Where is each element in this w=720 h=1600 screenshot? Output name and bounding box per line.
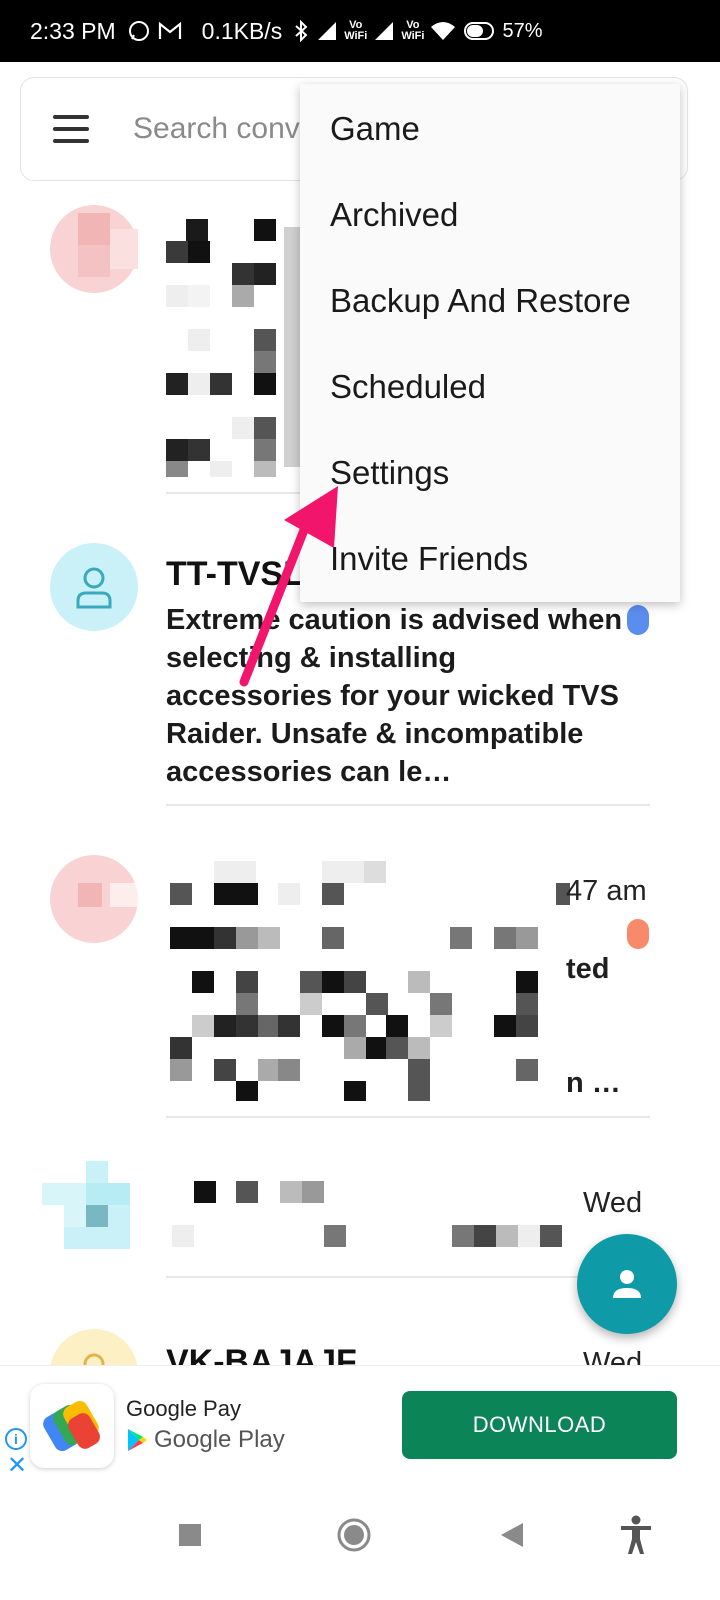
whatsapp-icon (128, 20, 150, 42)
bluetooth-icon (294, 20, 308, 42)
gmail-icon (158, 21, 182, 41)
avatar (42, 1161, 130, 1249)
navigation-bar (0, 1485, 720, 1600)
person-icon (83, 1353, 105, 1365)
google-pay-logo-icon[interactable] (30, 1384, 114, 1468)
conversation-item[interactable]: 47 am ted n … (0, 815, 720, 1118)
person-icon (613, 1270, 641, 1298)
divider (166, 1116, 650, 1118)
accessibility-icon (621, 1515, 651, 1554)
vowifi-label: Vo WiFi (401, 19, 425, 42)
ad-app-name: Google Pay (126, 1396, 241, 1421)
ad-close-icon[interactable]: ✕ (7, 1454, 27, 1478)
unread-indicator (627, 919, 649, 949)
recent-apps-button[interactable] (168, 1513, 212, 1557)
battery-level: 57% (502, 19, 543, 42)
menu-item-game[interactable]: Game (330, 110, 420, 148)
divider (166, 804, 650, 806)
download-button[interactable]: DOWNLOAD (402, 1391, 677, 1459)
conversation-snippet-fragment: ted (566, 953, 610, 985)
home-button[interactable] (332, 1513, 376, 1557)
battery-icon (464, 22, 495, 40)
triangle-back-icon (501, 1523, 523, 1547)
overflow-menu: Game Archived Backup And Restore Schedul… (300, 84, 680, 602)
avatar (50, 543, 138, 631)
menu-item-settings[interactable]: Settings (330, 454, 449, 492)
conversation-time: 47 am (566, 875, 647, 907)
accessibility-button[interactable] (614, 1513, 658, 1557)
wifi-icon (430, 21, 456, 41)
person-icon (76, 567, 112, 609)
blurred-content (170, 861, 570, 1101)
blurred-content (166, 219, 304, 477)
new-conversation-button[interactable] (577, 1234, 677, 1334)
conversation-snippet-fragment: n … (566, 1067, 621, 1099)
circle-icon (337, 1518, 371, 1552)
menu-item-scheduled[interactable]: Scheduled (330, 368, 486, 406)
network-speed: 0.1KB/s (201, 17, 283, 44)
hamburger-menu-icon[interactable] (53, 115, 89, 143)
conversation-time: Wed (583, 1347, 643, 1365)
menu-item-invite-friends[interactable]: Invite Friends (330, 540, 528, 578)
signal-icon (373, 21, 395, 41)
back-button[interactable] (490, 1513, 534, 1557)
status-bar: 2:33 PM 0.1KB/s Vo WiFi Vo WiFi 57% (0, 0, 720, 62)
conversation-title: VK-BAJAJF (166, 1343, 357, 1365)
blurred-content (172, 1181, 562, 1247)
conversation-snippet: Extreme caution is advised when selectin… (166, 604, 623, 788)
menu-item-archived[interactable]: Archived (330, 196, 458, 234)
unread-indicator (627, 605, 649, 635)
avatar (50, 855, 138, 943)
status-time: 2:33 PM (30, 17, 116, 44)
signal-icon (316, 21, 338, 41)
google-play-icon (128, 1429, 147, 1451)
ad-info-icon[interactable]: i (5, 1428, 27, 1450)
avatar (50, 1329, 138, 1365)
ad-banner: Google Pay Google Play DOWNLOAD i ✕ (0, 1365, 720, 1485)
conversation-time: Wed (583, 1187, 643, 1219)
conversation-title: TT-TVSL (166, 555, 304, 593)
vowifi-label: Vo WiFi (344, 19, 368, 42)
menu-item-backup-and-restore[interactable]: Backup And Restore (330, 282, 631, 320)
ad-store-label: Google Play (154, 1426, 285, 1453)
avatar (50, 205, 138, 293)
ad-store: Google Play (126, 1426, 285, 1454)
square-icon (179, 1524, 201, 1546)
